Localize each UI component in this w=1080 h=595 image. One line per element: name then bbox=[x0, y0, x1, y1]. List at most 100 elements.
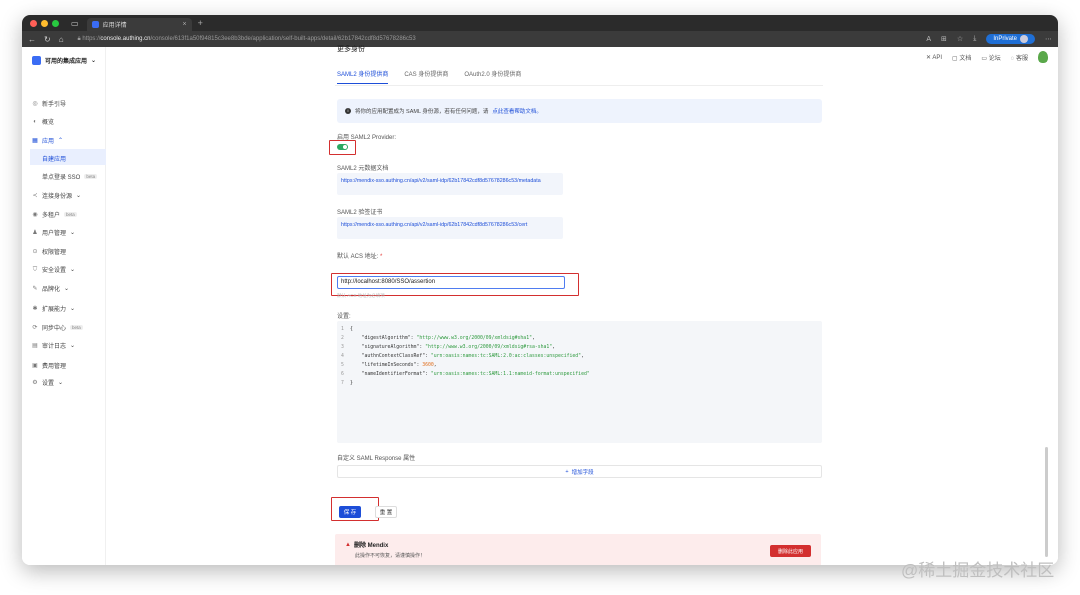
favorites-icon[interactable]: ☆ bbox=[957, 35, 963, 43]
minimize-window-button[interactable] bbox=[41, 19, 48, 27]
header-link-forum[interactable]: ▭ 论坛 bbox=[981, 53, 1000, 62]
settings-code-editor[interactable]: 1{ 2 "digestAlgorithm": "http://www.w3.o… bbox=[337, 321, 822, 443]
sidebar-item-sso[interactable]: 单点登录 SSO beta bbox=[42, 172, 98, 181]
audit-icon: ▤ bbox=[32, 342, 38, 349]
section-title: 更多身份 bbox=[337, 46, 365, 53]
code-value: "urn:oasis:names:tc:SAML:2.0:ac:classes:… bbox=[430, 354, 582, 359]
code-text: } bbox=[350, 381, 353, 386]
code-value: "http://www.w3.org/2000/09/xmldsig#sha1" bbox=[416, 336, 532, 341]
app-area: 可用的集成应用 ⌄ ◎ 新手引导 ◐ 概览 ▦ 应用 ⌃ 自建应用 单点登录 SSO be… bbox=[22, 46, 1058, 565]
sidebar-item-guide[interactable]: ◎ 新手引导 bbox=[32, 99, 66, 109]
sidebar-item-audit[interactable]: ▤ 审计日志 ⌄ bbox=[32, 341, 75, 351]
code-line: 1{ bbox=[341, 325, 818, 334]
url-field[interactable]: 🔒︎ https://console.authing.cn/console/61… bbox=[78, 36, 416, 43]
downloads-icon[interactable]: ⤓ bbox=[973, 35, 976, 43]
sidebar-item-extensions[interactable]: ✱ 扩展能力 ⌄ bbox=[32, 304, 75, 314]
sidebar-item-branding[interactable]: ✎ 品牌化 ⌄ bbox=[32, 284, 70, 294]
plus-icon: + bbox=[565, 468, 569, 475]
sync-icon: ⟳ bbox=[32, 324, 38, 331]
acs-url-input[interactable]: http://localhost:8080/SSO/assertion bbox=[337, 276, 565, 289]
header-link-api[interactable]: ✕ API bbox=[926, 54, 942, 61]
sidebar-item-label: 应用 bbox=[42, 139, 55, 145]
required-mark: * bbox=[380, 254, 383, 260]
danger-title-text: 删除 Mendix bbox=[353, 543, 389, 549]
line-number: 3 bbox=[341, 345, 344, 350]
metadata-label: SAML2 元数据文档 bbox=[337, 166, 389, 172]
acs-hint: 默认 ACS 地址为必填项 bbox=[337, 293, 385, 298]
tab-oauth2[interactable]: OAuth2.0 身份提供商 bbox=[464, 69, 521, 84]
cert-url[interactable]: https://mendix-sso.authing.cn/api/v2/sam… bbox=[337, 217, 563, 239]
sidebar-item-identity-sources[interactable]: ≺ 连接身份源 ⌄ bbox=[32, 191, 82, 201]
code-key: "authnContextClassRef" bbox=[361, 354, 426, 359]
settings-label: 设置: bbox=[337, 314, 351, 320]
tab-saml2[interactable]: SAML2 身份提供商 bbox=[337, 69, 389, 84]
add-field-button[interactable]: + 增加字段 bbox=[337, 465, 822, 478]
save-button[interactable]: 保 存 bbox=[339, 506, 361, 518]
inprivate-badge[interactable]: InPrivate bbox=[986, 34, 1035, 44]
sidebar-item-tenants[interactable]: ◉ 多租户 beta bbox=[32, 210, 77, 219]
billing-icon: ▣ bbox=[32, 362, 38, 369]
sidebar-item-label: 多租户 bbox=[42, 213, 61, 219]
metadata-url[interactable]: https://mendix-sso.authing.cn/api/v2/sam… bbox=[337, 173, 563, 195]
chevron-down-icon: ⌄ bbox=[64, 286, 70, 292]
sidebar-item-billing[interactable]: ▣ 费用管理 bbox=[32, 361, 67, 371]
tab-cas[interactable]: CAS 身份提供商 bbox=[404, 69, 448, 84]
info-notice: i 将你的应用配置成为 SAML 身份源，若有任何问题，请 点此查看帮助文档。 bbox=[337, 99, 822, 123]
beta-badge: beta bbox=[84, 174, 98, 179]
tab-actions-icon[interactable]: ▭ bbox=[71, 19, 79, 28]
sidebar-item-overview[interactable]: ◐ 概览 bbox=[32, 117, 54, 127]
address-bar: ← ↻ ⌂ 🔒︎ https://console.authing.cn/cons… bbox=[22, 31, 1058, 47]
browser-tab[interactable]: 应用详情 × bbox=[86, 18, 192, 31]
url-host: console.authing.cn bbox=[100, 35, 151, 42]
home-icon[interactable]: ⌂ bbox=[59, 35, 64, 44]
app-selector[interactable]: 可用的集成应用 ⌄ bbox=[32, 56, 96, 65]
watermark: @稀土掘金技术社区 bbox=[901, 561, 1055, 580]
new-tab-icon[interactable]: + bbox=[198, 18, 203, 28]
sidebar-item-self-built-apps[interactable]: 自建应用 bbox=[42, 154, 66, 163]
gear-icon: ⚙ bbox=[32, 379, 38, 386]
close-tab-icon[interactable]: × bbox=[182, 21, 186, 28]
close-window-button[interactable] bbox=[30, 19, 37, 27]
page-scrollbar[interactable] bbox=[1045, 447, 1048, 557]
header-link-service[interactable]: ◌ 客服 bbox=[1011, 53, 1028, 62]
chevron-down-icon: ⌄ bbox=[76, 193, 82, 199]
chevron-down-icon: ⌄ bbox=[58, 380, 64, 386]
line-number: 7 bbox=[341, 381, 344, 386]
enable-saml2-toggle[interactable] bbox=[337, 144, 348, 150]
code-key: "nameIdentifierFormat" bbox=[361, 372, 426, 377]
leaf-mascot-icon bbox=[1038, 51, 1048, 63]
code-text: { bbox=[350, 327, 353, 332]
beta-badge: beta bbox=[64, 212, 77, 217]
sidebar-item-sync[interactable]: ⟳ 同步中心 beta bbox=[32, 323, 83, 332]
sidebar-item-security[interactable]: ⛉ 安全设置 ⌄ bbox=[32, 265, 75, 275]
sidebar-item-permissions[interactable]: ⊙ 权限管理 bbox=[32, 247, 66, 257]
back-icon[interactable]: ← bbox=[28, 35, 36, 44]
code-key: "digestAlgorithm" bbox=[361, 336, 411, 341]
acs-label-text: 默认 ACS 地址: bbox=[337, 254, 379, 260]
sidebar-item-label: 费用管理 bbox=[42, 364, 67, 370]
refresh-icon[interactable]: ↻ bbox=[44, 35, 51, 44]
code-value: "urn:oasis:names:tc:SAML:1.1:nameid-form… bbox=[430, 372, 590, 377]
reset-button[interactable]: 重 置 bbox=[375, 506, 397, 518]
sidebar-item-users[interactable]: ♟ 用户管理 ⌄ bbox=[32, 228, 75, 238]
cert-label: SAML2 验签证书 bbox=[337, 210, 383, 216]
extensions-icon[interactable]: ⊞ bbox=[941, 35, 947, 43]
sidebar-item-settings[interactable]: ⚙ 设置 ⌄ bbox=[32, 378, 64, 388]
line-number: 1 bbox=[341, 327, 344, 332]
more-icon[interactable]: ⋯ bbox=[1045, 35, 1052, 43]
danger-zone: ▲ 删除 Mendix 此操作不可恢复，请谨慎操作！ 删除此应用 bbox=[335, 534, 821, 565]
header-link-label: API bbox=[932, 54, 943, 61]
code-line: 2 "digestAlgorithm": "http://www.w3.org/… bbox=[341, 336, 535, 341]
chevron-down-icon: ⌄ bbox=[91, 58, 97, 64]
permission-icon: ⊙ bbox=[32, 248, 38, 255]
users-icon: ♟ bbox=[32, 229, 38, 236]
delete-app-button[interactable]: 删除此应用 bbox=[770, 545, 811, 557]
header-link-docs[interactable]: ▢ 文档 bbox=[952, 53, 971, 62]
maximize-window-button[interactable] bbox=[52, 19, 59, 27]
link-icon: ≺ bbox=[32, 192, 38, 199]
read-aloud-icon[interactable]: A bbox=[926, 36, 931, 43]
sidebar-item-apps[interactable]: ▦ 应用 ⌃ bbox=[32, 136, 63, 146]
danger-description: 此操作不可恢复，请谨慎操作！ bbox=[355, 553, 426, 559]
code-line: 7} bbox=[341, 379, 818, 388]
help-doc-link[interactable]: 点此查看帮助文档。 bbox=[492, 107, 542, 115]
